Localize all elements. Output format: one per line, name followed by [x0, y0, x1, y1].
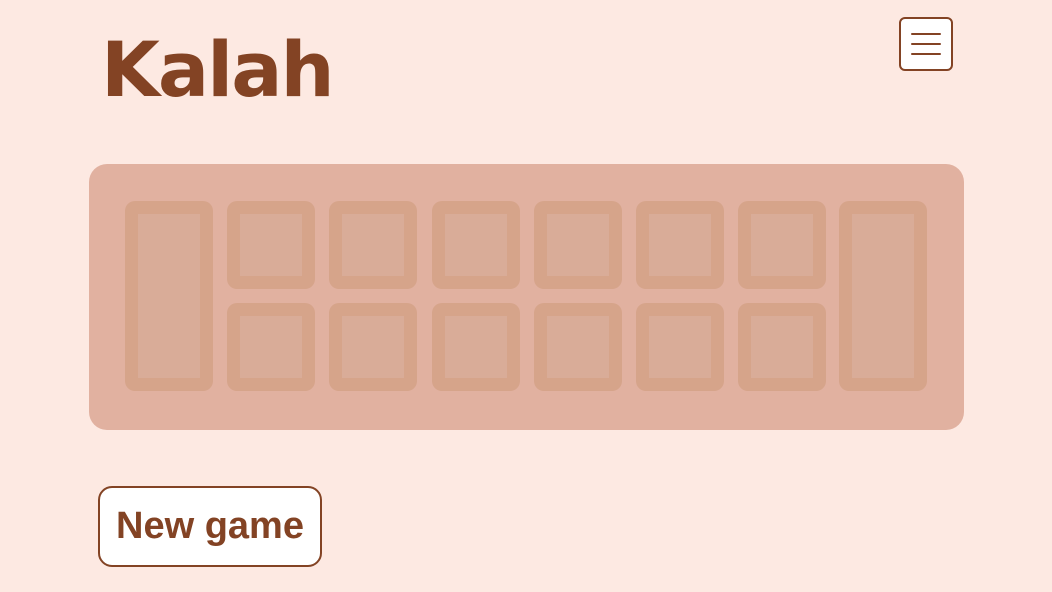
store-left	[125, 201, 213, 391]
pit-top-3[interactable]	[432, 201, 520, 289]
kalah-board	[89, 164, 964, 430]
game-page: Kalah New game	[0, 0, 1052, 592]
pit-top-1[interactable]	[227, 201, 315, 289]
pit-bottom-2[interactable]	[329, 303, 417, 391]
menu-icon-bar	[911, 43, 941, 45]
pit-bottom-1[interactable]	[227, 303, 315, 391]
new-game-button[interactable]: New game	[98, 486, 322, 567]
pit-bottom-5[interactable]	[636, 303, 724, 391]
menu-icon-bar	[911, 53, 941, 55]
menu-button[interactable]	[899, 17, 953, 71]
pit-top-6[interactable]	[738, 201, 826, 289]
pit-top-4[interactable]	[534, 201, 622, 289]
pit-bottom-6[interactable]	[738, 303, 826, 391]
pit-top-5[interactable]	[636, 201, 724, 289]
pit-bottom-3[interactable]	[432, 303, 520, 391]
store-right	[839, 201, 927, 391]
pit-top-2[interactable]	[329, 201, 417, 289]
page-title: Kalah	[101, 25, 335, 114]
pit-bottom-4[interactable]	[534, 303, 622, 391]
menu-icon-bar	[911, 33, 941, 35]
